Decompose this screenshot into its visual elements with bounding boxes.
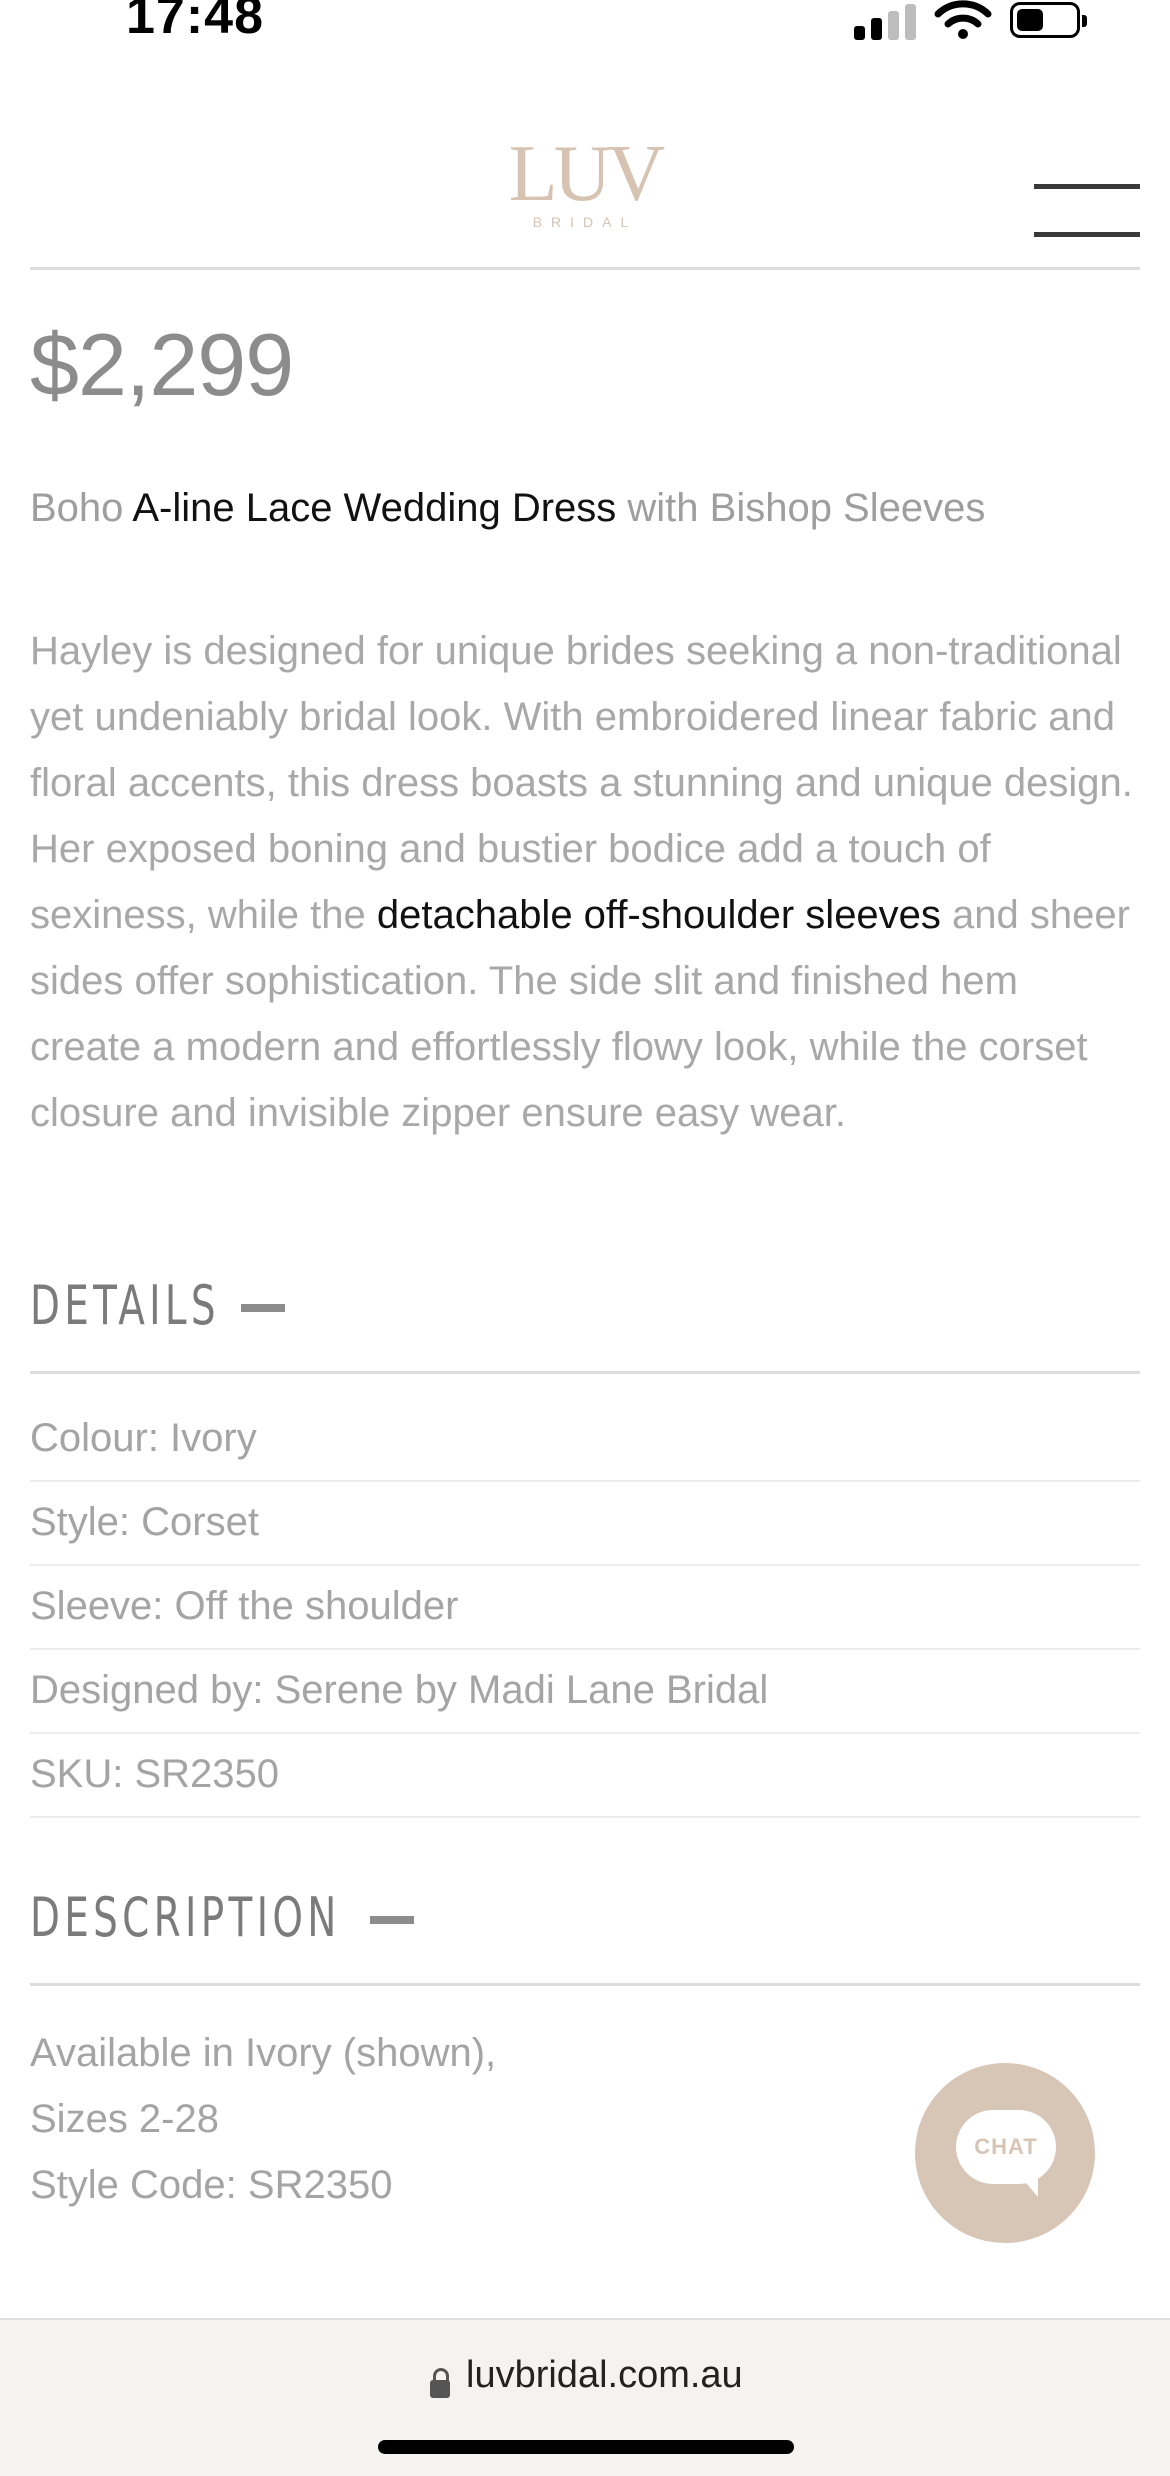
title-link[interactable]: A-line Lace Wedding Dress (132, 486, 616, 530)
battery-icon (1010, 2, 1087, 38)
description-divider (30, 1983, 1140, 1986)
lock-icon (430, 2368, 450, 2400)
detail-row-colour: Colour: Ivory (30, 1397, 1140, 1482)
home-indicator[interactable] (378, 2440, 794, 2454)
availability-info: Available in Ivory (shown), Sizes 2-28 S… (30, 2020, 496, 2218)
detail-row-sleeve: Sleeve: Off the shoulder (30, 1565, 1140, 1650)
header-divider (30, 267, 1140, 270)
description-collapse-icon[interactable] (370, 1916, 414, 1924)
description-text-1: Hayley is designed for unique brides see… (30, 629, 1133, 937)
title-suffix: with Bishop Sleeves (616, 486, 986, 530)
sizes-line: Sizes 2-28 (30, 2097, 219, 2141)
chat-bubble-tail (1016, 2171, 1038, 2197)
detail-row-style: Style: Corset (30, 1481, 1140, 1566)
site-header: LUV BRIDAL (0, 110, 1170, 270)
details-collapse-icon[interactable] (241, 1304, 285, 1312)
chat-label: CHAT (974, 2134, 1038, 2159)
style-code-line: Style Code: SR2350 (30, 2163, 393, 2207)
details-divider (30, 1371, 1140, 1374)
product-price: $2,299 (30, 315, 294, 414)
description-heading[interactable]: DESCRIPTION (30, 1886, 341, 1949)
wifi-icon (934, 0, 992, 39)
chat-button[interactable]: CHAT (915, 2063, 1095, 2243)
details-heading[interactable]: DETAILS (30, 1274, 220, 1337)
url-text[interactable]: luvbridal.com.au (466, 2354, 743, 2397)
detail-row-designer: Designed by: Serene by Madi Lane Bridal (30, 1649, 1140, 1734)
detail-row-sku: SKU: SR2350 (30, 1733, 1140, 1818)
status-bar: 17:48 (0, 0, 1170, 60)
luv-bridal-logo[interactable]: LUV BRIDAL (480, 134, 690, 230)
browser-address-bar[interactable]: luvbridal.com.au (0, 2318, 1170, 2476)
title-prefix: Boho (30, 486, 133, 530)
product-description: Hayley is designed for unique brides see… (30, 618, 1140, 1146)
product-title: Boho A-line Lace Wedding Dress with Bish… (30, 486, 985, 531)
logo-wordmark: LUV (508, 130, 665, 218)
description-link[interactable]: detachable off-shoulder sleeves (377, 893, 941, 937)
availability-line: Available in Ivory (shown), (30, 2031, 497, 2075)
cellular-signal-icon (854, 4, 916, 40)
status-time: 17:48 (126, 0, 264, 45)
hamburger-menu-icon[interactable] (1034, 146, 1140, 237)
